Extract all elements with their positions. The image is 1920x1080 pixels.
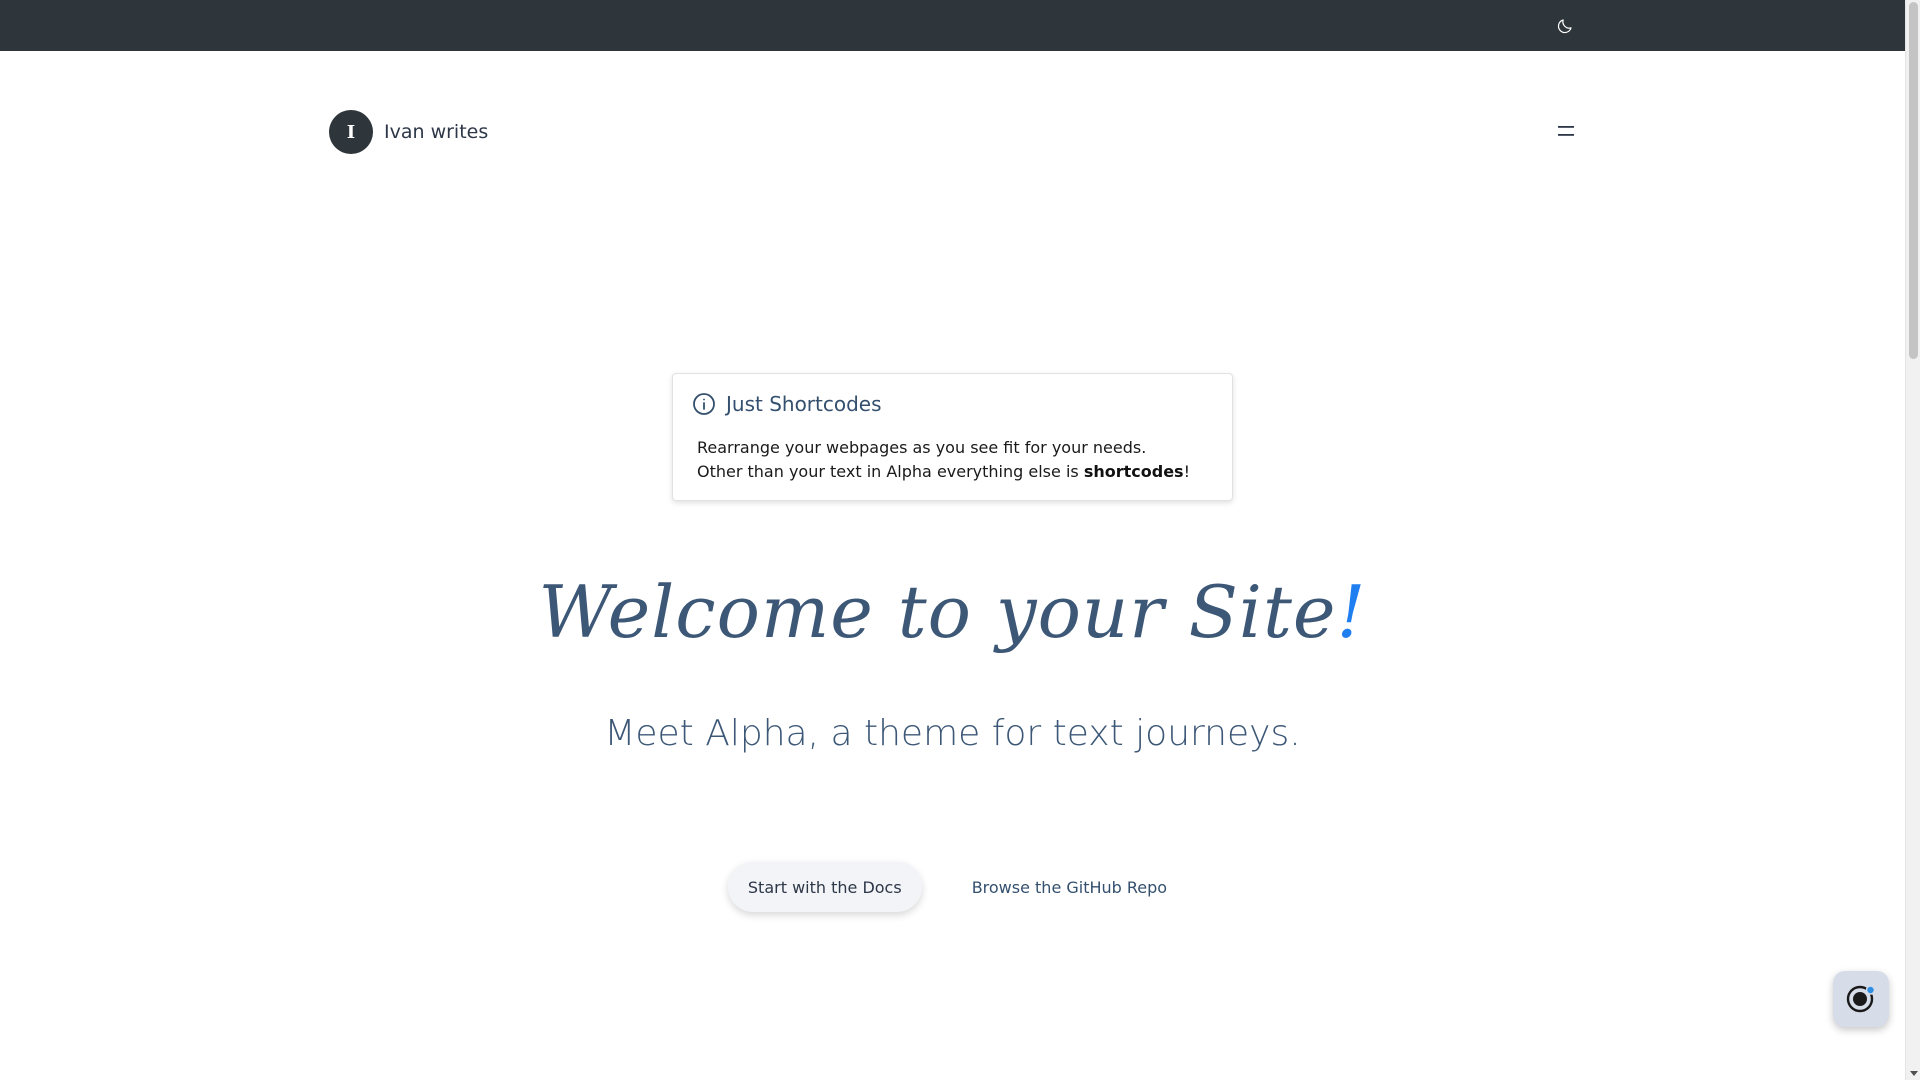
scrollbar-thumb[interactable] — [1909, 2, 1918, 359]
notice-title: Just Shortcodes — [726, 392, 882, 416]
github-repo-link[interactable]: Browse the GitHub Repo — [970, 862, 1169, 912]
notice-body: Rearrange your webpages as you see fit f… — [697, 436, 1190, 484]
moon-icon — [1557, 19, 1572, 34]
notice-line-1: Rearrange your webpages as you see fit f… — [697, 438, 1147, 457]
info-notice: Just Shortcodes Rearrange your webpages … — [672, 373, 1233, 501]
site-name: Ivan writes — [384, 121, 489, 143]
hamburger-menu-icon — [1558, 126, 1574, 136]
menu-button[interactable] — [1556, 121, 1576, 141]
cta-row: Start with the Docs Browse the GitHub Re… — [0, 862, 1905, 912]
hero-title-text: Welcome to your Site — [538, 570, 1337, 654]
top-bar — [0, 0, 1905, 51]
info-circle-icon — [693, 393, 715, 415]
assistant-fab-button[interactable] — [1833, 971, 1889, 1027]
theme-toggle-button[interactable] — [1553, 14, 1577, 38]
hero-subtitle: Meet Alpha, a theme for text journeys. — [604, 713, 1301, 754]
brand-avatar: I — [329, 110, 373, 154]
notice-line-2: Other than your text in Alpha everything… — [697, 460, 1190, 484]
notice-line-2-suffix: ! — [1183, 462, 1190, 481]
notice-strong-text: shortcodes — [1083, 462, 1184, 481]
site-brand-link[interactable]: I Ivan writes — [329, 110, 488, 154]
assistant-ring-icon — [1846, 985, 1876, 1013]
hero-title: Welcome to your Site! — [0, 570, 1905, 654]
page-scrollbar[interactable] — [1905, 0, 1920, 1080]
notice-header: Just Shortcodes — [692, 392, 882, 416]
scroll-down-arrow-icon[interactable] — [1909, 1069, 1918, 1078]
hero-title-accent: ! — [1336, 570, 1367, 654]
notice-line-2-text: Other than your text in Alpha everything… — [697, 462, 1084, 481]
start-docs-button[interactable]: Start with the Docs — [727, 862, 922, 912]
